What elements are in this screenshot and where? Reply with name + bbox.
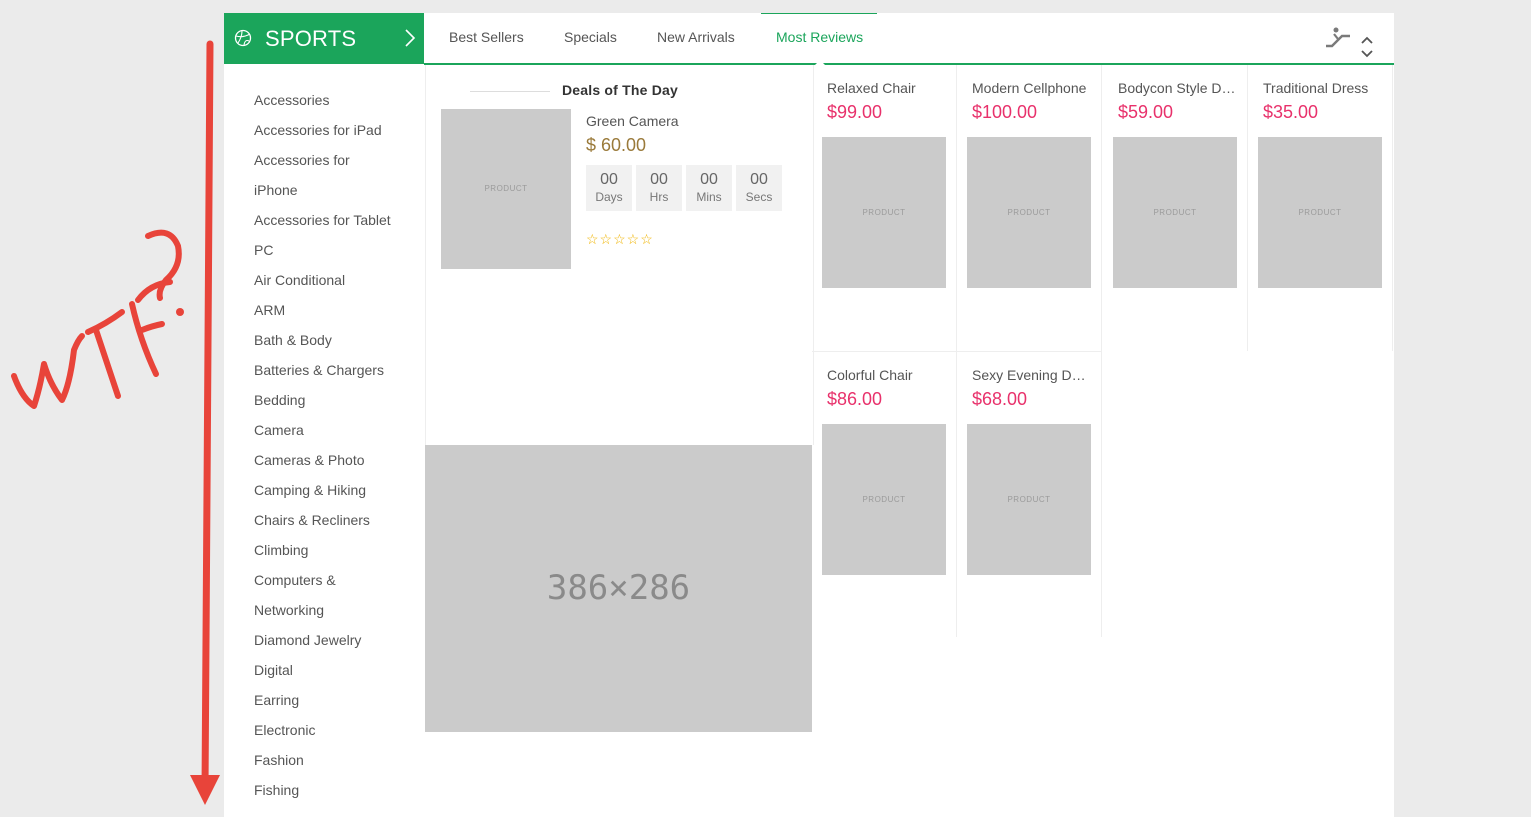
product-price: $35.00	[1263, 102, 1319, 122]
product-image[interactable]: PRODUCT	[822, 424, 946, 575]
category-item[interactable]: ARM	[254, 302, 285, 318]
category-item[interactable]: Chairs & Recliners	[254, 512, 370, 528]
category-item[interactable]: Accessories	[254, 92, 329, 108]
deal-product-image[interactable]: PRODUCT	[441, 109, 571, 269]
placeholder-label: PRODUCT	[862, 494, 906, 504]
product-image[interactable]: PRODUCT	[967, 137, 1091, 288]
category-item[interactable]: Networking	[254, 602, 324, 618]
product-name[interactable]: Modern Cellphone	[972, 80, 1090, 96]
banner-image[interactable]: 386×286	[425, 445, 812, 732]
category-item[interactable]: Fashion	[254, 752, 304, 768]
category-item[interactable]: Diamond Jewelry	[254, 632, 361, 648]
category-item[interactable]: Electronic	[254, 722, 315, 738]
product-price: $100.00	[972, 102, 1038, 122]
rating-stars-icon: ☆☆☆☆☆	[586, 231, 654, 247]
countdown-value: 00	[700, 171, 718, 188]
placeholder-label: PRODUCT	[484, 184, 528, 193]
deal-price: $ 60.00	[586, 135, 647, 155]
tab-specials[interactable]: Specials	[564, 13, 617, 63]
product-price: $59.00	[1118, 102, 1174, 122]
expand-collapse-icon[interactable]	[1359, 35, 1375, 64]
deal-product-name[interactable]: Green Camera	[586, 113, 679, 129]
countdown-unit: Secs	[745, 190, 773, 204]
tab-most-reviews-label: Most Reviews	[776, 29, 864, 45]
countdown-unit: Hrs	[649, 190, 669, 204]
category-item[interactable]: Climbing	[254, 542, 308, 558]
category-item[interactable]: Accessories for Tablet	[254, 212, 391, 228]
countdown-hours: 00 Hrs	[636, 165, 682, 211]
category-item[interactable]: Bedding	[254, 392, 305, 408]
countdown-seconds: 00 Secs	[736, 165, 782, 211]
category-title: SPORTS	[265, 26, 357, 51]
countdown-days: 00 Days	[586, 165, 632, 211]
escalator-icon[interactable]	[1322, 26, 1352, 55]
product-image[interactable]: PRODUCT	[1258, 137, 1382, 288]
banner-placeholder-label: 386×286	[546, 568, 691, 608]
category-item[interactable]: iPhone	[254, 182, 298, 198]
product-name[interactable]: Sexy Evening Dress	[972, 367, 1090, 383]
placeholder-label: PRODUCT	[1153, 207, 1197, 217]
category-item[interactable]: Batteries & Chargers	[254, 362, 384, 378]
product-image[interactable]: PRODUCT	[1113, 137, 1237, 288]
tab-new-arrivals[interactable]: New Arrivals	[657, 13, 735, 63]
deals-of-the-day: Deals of The Day PRODUCT Green Camera $ …	[425, 65, 814, 445]
product-image[interactable]: PRODUCT	[967, 424, 1091, 575]
tab-best-sellers[interactable]: Best Sellers	[449, 13, 524, 63]
product-price: $86.00	[827, 389, 883, 409]
sports-category-header[interactable]: SPORTS	[224, 13, 424, 64]
countdown-minutes: 00 Mins	[686, 165, 732, 211]
product-tabs: Best Sellers Specials New Arrivals Most …	[424, 13, 1394, 65]
product-image[interactable]: PRODUCT	[822, 137, 946, 288]
product-name[interactable]: Bodycon Style Dress	[1118, 80, 1236, 96]
product-name[interactable]: Traditional Dress	[1263, 80, 1381, 96]
category-item[interactable]: Digital	[254, 662, 293, 678]
product-price: $68.00	[972, 389, 1028, 409]
product-card: Bodycon Style Dress $59.00 PRODUCT	[1103, 65, 1248, 351]
product-card: Relaxed Chair $99.00 PRODUCT	[812, 65, 957, 351]
category-item[interactable]: Bath & Body	[254, 332, 332, 348]
annotation-arrow-icon	[11, 40, 220, 805]
basketball-icon	[234, 29, 252, 52]
category-item[interactable]: PC	[254, 242, 273, 258]
category-item[interactable]: Camping & Hiking	[254, 482, 366, 498]
countdown-value: 00	[600, 171, 618, 188]
category-item[interactable]: Air Conditional	[254, 272, 345, 288]
product-name[interactable]: Relaxed Chair	[827, 80, 945, 96]
placeholder-label: PRODUCT	[1007, 207, 1051, 217]
category-list: Accessories Accessories for iPad Accesso…	[224, 65, 424, 817]
countdown-value: 00	[750, 171, 768, 188]
countdown-value: 00	[650, 171, 668, 188]
category-item[interactable]: Cameras & Photo	[254, 452, 365, 468]
chevron-right-icon[interactable]	[404, 28, 416, 53]
product-price: $99.00	[827, 102, 883, 122]
active-tab-indicator	[761, 13, 878, 14]
tab-most-reviews[interactable]: Most Reviews	[761, 13, 878, 65]
category-item[interactable]: Earring	[254, 692, 299, 708]
sports-module: SPORTS Best Sellers Specials New Arrival…	[224, 13, 1394, 817]
category-item[interactable]: Camera	[254, 422, 304, 438]
placeholder-label: PRODUCT	[862, 207, 906, 217]
category-item[interactable]: Accessories for iPad	[254, 122, 382, 138]
placeholder-label: PRODUCT	[1298, 207, 1342, 217]
deals-heading: Deals of The Day	[470, 82, 770, 100]
product-card: Sexy Evening Dress $68.00 PRODUCT	[957, 351, 1102, 637]
product-name[interactable]: Colorful Chair	[827, 367, 945, 383]
product-card: Colorful Chair $86.00 PRODUCT	[812, 351, 957, 637]
product-card: Modern Cellphone $100.00 PRODUCT	[957, 65, 1102, 351]
countdown-unit: Days	[595, 190, 623, 204]
placeholder-label: PRODUCT	[1007, 494, 1051, 504]
category-item[interactable]: Fishing	[254, 782, 299, 798]
category-item[interactable]: Computers &	[254, 572, 336, 588]
category-item[interactable]: Accessories for	[254, 152, 350, 168]
countdown-unit: Mins	[696, 190, 722, 204]
product-card: Traditional Dress $35.00 PRODUCT	[1248, 65, 1393, 351]
deals-title: Deals of The Day	[561, 82, 678, 98]
